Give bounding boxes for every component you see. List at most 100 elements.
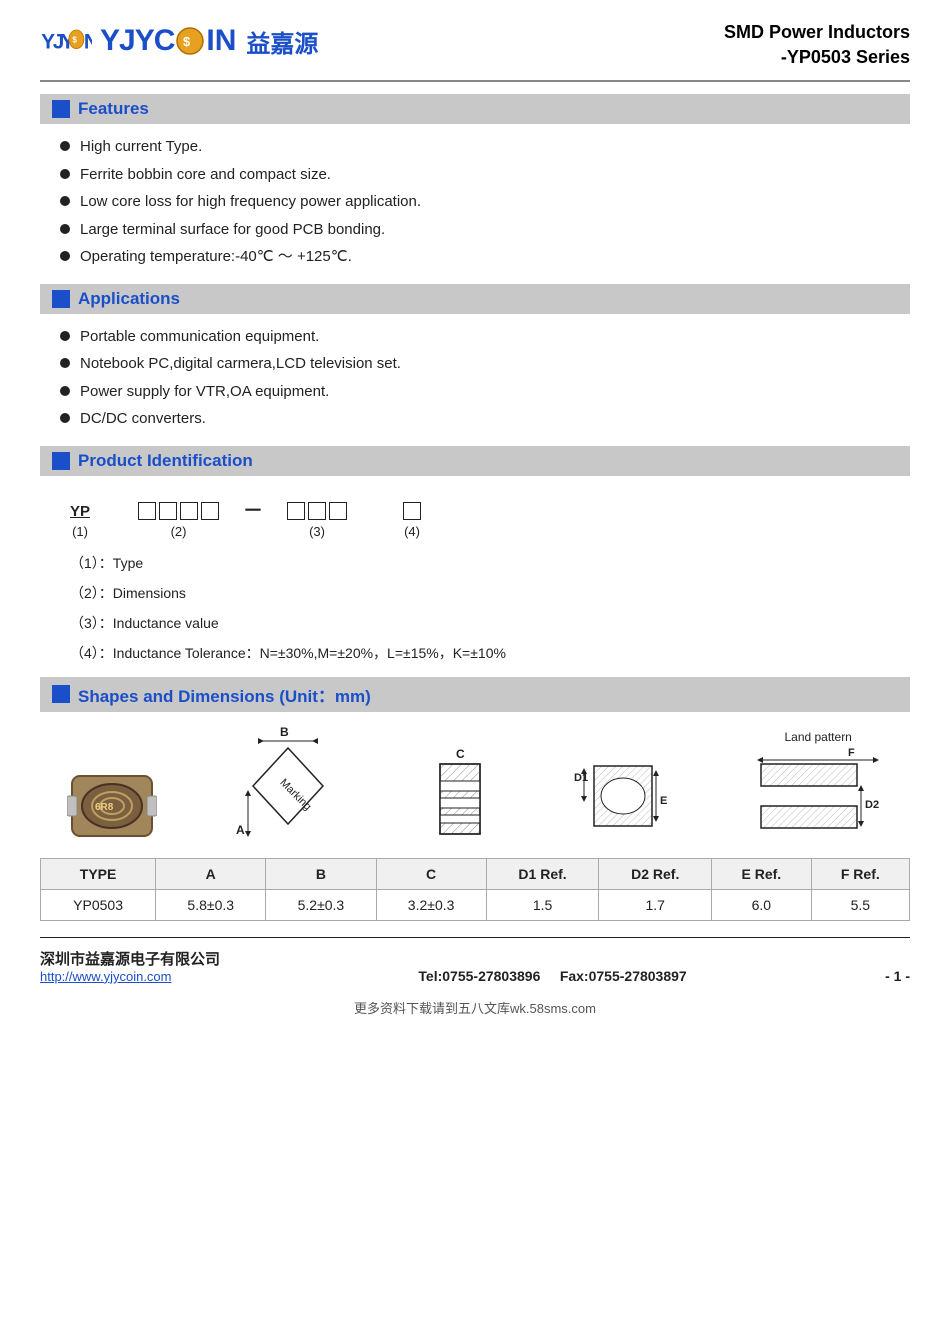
list-item: Portable communication equipment. [60,326,910,349]
pid-part4-num: (4) [404,524,420,539]
cell-c: 3.2±0.3 [376,889,486,920]
pid-cell-3: (3) [287,502,347,539]
applications-title: Applications [78,289,180,309]
list-item: Large terminal surface for good PCB bond… [60,219,910,242]
applications-header: Applications [40,284,910,314]
svg-text:$: $ [183,34,191,49]
shapes-icon [52,685,70,703]
pid-box [201,502,219,520]
pid-icon [52,452,70,470]
features-icon [52,100,70,118]
col-header-d1: D1 Ref. [486,858,599,889]
col-header-a: A [156,858,266,889]
figure-inductor-photo: 6R8 [67,766,157,846]
col-header-f: F Ref. [811,858,909,889]
pid-box [180,502,198,520]
pid-note-2: （2）：Dimensions [70,579,880,607]
table-body: YP0503 5.8±0.3 5.2±0.3 3.2±0.3 1.5 1.7 6… [41,889,910,920]
col-header-b: B [266,858,376,889]
pid-notes: （1）：Type （2）：Dimensions （3）：Inductance v… [70,549,880,667]
bullet-dot [60,196,70,206]
cell-f: 5.5 [811,889,909,920]
list-item: High current Type. [60,136,910,159]
col-header-e: E Ref. [712,858,812,889]
features-section: Features High current Type. Ferrite bobb… [40,94,910,284]
pid-boxes-2 [138,502,219,520]
list-item: Low core loss for high frequency power a… [60,191,910,214]
applications-list: Portable communication equipment. Notebo… [40,322,910,446]
logo-chinese: 益嘉源 [246,24,318,59]
shapes-header: Shapes and Dimensions (Unit：mm) [40,677,910,712]
pid-box [287,502,305,520]
svg-text:E: E [660,795,667,807]
company-name: 深圳市益嘉源电子有限公司 [40,948,220,969]
bullet-dot [60,169,70,179]
coin-icon: $ [176,27,204,55]
svg-text:6R8: 6R8 [95,802,114,813]
footer-tel: Tel:0755-27803896 [418,968,540,984]
list-item: Operating temperature:-40℃ ～ +125℃. [60,246,910,269]
pid-part1-num: (1) [72,524,88,539]
svg-text:Marking: Marking [278,777,314,813]
features-header: Features [40,94,910,124]
figure-cross-section: C [420,746,500,846]
shapes-title: Shapes and Dimensions (Unit：mm) [78,682,371,707]
pid-note-3: （3）：Inductance value [70,609,880,637]
svg-text:F: F [848,747,855,759]
bullet-dot [60,224,70,234]
pid-box [403,502,421,520]
pid-cell-4: (4) [403,502,421,539]
svg-text:A: A [236,823,245,837]
bullet-dot [60,331,70,341]
bullet-dot [60,413,70,423]
shapes-figures: 6R8 B Marking [40,726,910,846]
col-header-c: C [376,858,486,889]
pid-title: Product Identification [78,451,253,471]
website-link[interactable]: http://www.yjycoin.com [40,969,220,984]
svg-text:B: B [280,726,289,739]
bullet-dot [60,141,70,151]
figure-land-pattern: Land pattern F D2 [753,730,883,846]
pid-dash: － [243,494,263,523]
cell-a: 5.8±0.3 [156,889,266,920]
pid-header: Product Identification [40,446,910,476]
cell-e: 6.0 [712,889,812,920]
figure-side-view: D1 E [572,746,682,846]
applications-section: Applications Portable communication equi… [40,284,910,446]
table-row: YP0503 5.8±0.3 5.2±0.3 3.2±0.3 1.5 1.7 6… [41,889,910,920]
pid-note-1: （1）：Type [70,549,880,577]
col-header-type: TYPE [41,858,156,889]
cell-d1: 1.5 [486,889,599,920]
pid-part3-num: (3) [309,524,325,539]
cross-section-svg: C [420,746,500,846]
cell-d2: 1.7 [599,889,712,920]
bullet-dot [60,358,70,368]
svg-text:$: $ [72,36,77,45]
title-line2: -YP0503 Series [724,45,910,70]
dimensions-table: TYPE A B C D1 Ref. D2 Ref. E Ref. F Ref.… [40,858,910,921]
list-item: Power supply for VTR,OA equipment. [60,381,910,404]
pid-part1-label: YP [70,503,90,520]
page-header: Y J Y $ N YJYCOIN YJYC $ IN 益嘉源 [40,20,910,82]
pid-box [308,502,326,520]
footer-contact: Tel:0755-27803896 Fax:0755-27803897 [418,968,686,984]
cell-type: YP0503 [41,889,156,920]
features-title: Features [78,99,149,119]
logo-brand: YJYC $ IN 益嘉源 [100,24,318,59]
diamond-svg: B Marking A [228,726,348,846]
logo-icon: Y J Y $ N [40,20,92,62]
page-footer: 深圳市益嘉源电子有限公司 http://www.yjycoin.com Tel:… [40,937,910,984]
features-list: High current Type. Ferrite bobbin core a… [40,132,910,284]
pid-box [159,502,177,520]
pid-box [138,502,156,520]
applications-icon [52,290,70,308]
figure-diamond: B Marking A [228,726,348,846]
inductor-photo-svg: 6R8 [67,766,157,846]
footer-left: 深圳市益嘉源电子有限公司 http://www.yjycoin.com [40,948,220,984]
pid-box [329,502,347,520]
product-identification-section: Product Identification YP (1) [40,446,910,677]
footer-fax: Fax:0755-27803897 [560,968,687,984]
table-header-row: TYPE A B C D1 Ref. D2 Ref. E Ref. F Ref. [41,858,910,889]
pid-row-top: YP (1) (2) － [70,494,880,539]
list-item: DC/DC converters. [60,408,910,431]
